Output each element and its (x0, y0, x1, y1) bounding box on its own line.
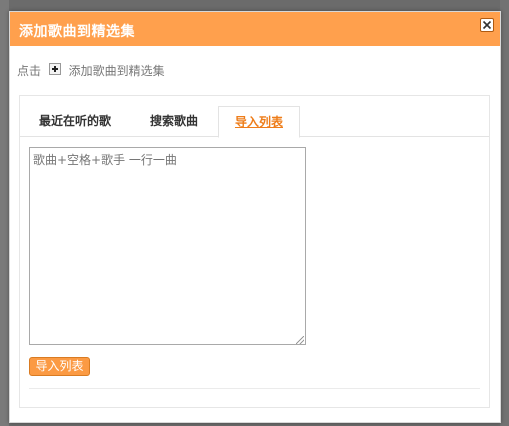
plus-icon (48, 62, 61, 75)
tab-search-songs[interactable]: 搜索歌曲 (134, 106, 214, 136)
panel-divider (29, 388, 480, 389)
add-songs-dialog: 添加歌曲到精选集 点击 添加歌曲到精选集 最近在听的歌 搜索歌曲 导入列表 导入… (9, 11, 501, 423)
tab-import-list[interactable]: 导入列表 (218, 106, 300, 138)
tab-bar: 最近在听的歌 搜索歌曲 导入列表 (20, 96, 489, 138)
dialog-title: 添加歌曲到精选集 (19, 24, 135, 40)
import-panel: 最近在听的歌 搜索歌曲 导入列表 导入列表 (19, 95, 490, 408)
textarea-resize-handle[interactable] (296, 336, 304, 344)
tab-recent-songs[interactable]: 最近在听的歌 (30, 106, 120, 136)
hint-suffix: 添加歌曲到精选集 (68, 64, 165, 78)
background-page-right (500, 0, 509, 426)
background-page-left (0, 0, 9, 426)
import-list-button[interactable]: 导入列表 (29, 357, 90, 376)
close-icon (482, 20, 492, 30)
dialog-header: 添加歌曲到精选集 (10, 12, 500, 46)
hint-prefix: 点击 (17, 64, 42, 78)
import-list-textarea[interactable] (29, 147, 306, 345)
close-button[interactable] (480, 18, 494, 32)
add-hint: 点击 添加歌曲到精选集 (17, 62, 165, 79)
